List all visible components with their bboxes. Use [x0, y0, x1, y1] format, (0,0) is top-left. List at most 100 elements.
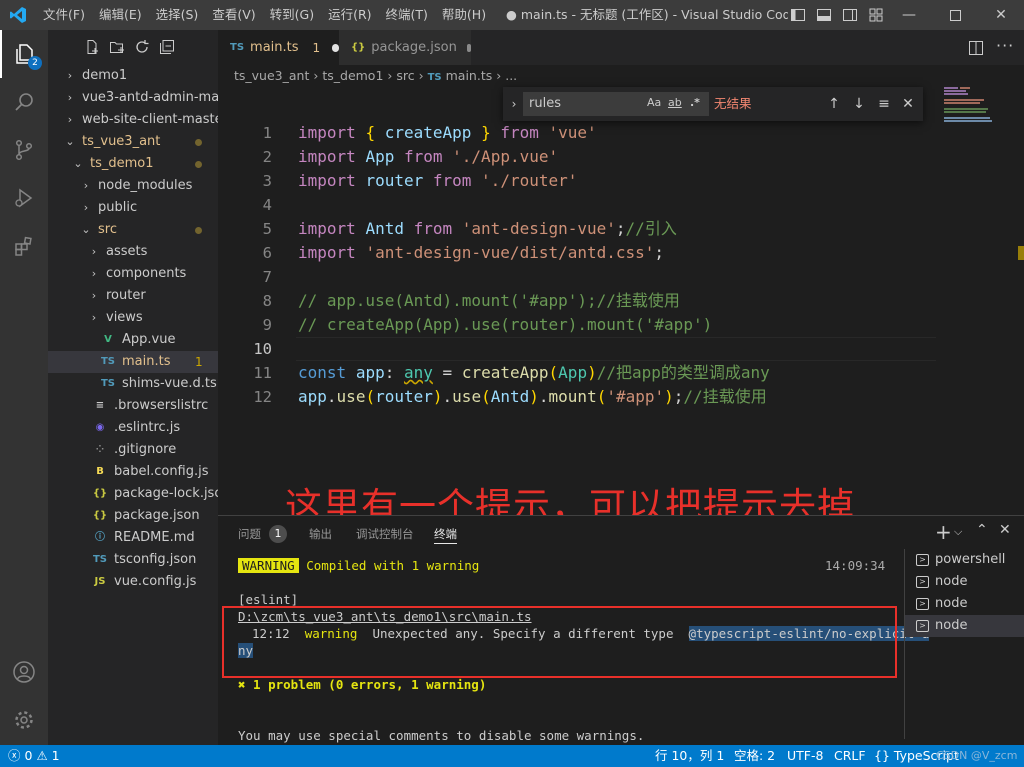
previous-match-icon[interactable]: ↑: [824, 93, 844, 115]
folder-item[interactable]: › router: [48, 285, 218, 307]
highlight-box: [222, 606, 897, 678]
file-item[interactable]: TS main.ts 1: [48, 351, 218, 373]
customize-layout-icon[interactable]: [868, 7, 884, 23]
menu-go[interactable]: 转到(G): [263, 0, 321, 30]
menu-help[interactable]: 帮助(H): [435, 0, 493, 30]
maximize-button[interactable]: [932, 0, 978, 30]
minimize-button[interactable]: —: [886, 0, 932, 30]
extensions-activity[interactable]: [0, 222, 48, 270]
indentation[interactable]: 空格: 2: [734, 745, 775, 767]
toggle-panel-icon[interactable]: [816, 7, 832, 23]
file-item[interactable]: JS vue.config.js: [48, 571, 218, 593]
chevron-down-icon[interactable]: ⌵: [954, 525, 962, 539]
file-item[interactable]: ≡ .browserslistrc: [48, 395, 218, 417]
terminal-item-active[interactable]: > node: [905, 615, 1024, 637]
new-folder-icon[interactable]: [109, 39, 125, 55]
file-item[interactable]: ⁘ .gitignore: [48, 439, 218, 461]
breadcrumb-item[interactable]: ...: [505, 68, 517, 83]
code-editor[interactable]: 1 import { createApp } from 'vue' 2 import…: [218, 121, 1024, 515]
folder-item[interactable]: › components: [48, 263, 218, 285]
close-panel-icon[interactable]: ✕: [999, 522, 1011, 538]
use-regex-icon[interactable]: .*: [690, 96, 700, 109]
breadcrumb-item[interactable]: main.ts: [446, 68, 493, 83]
cursor-position[interactable]: 行 10，列 1: [655, 745, 724, 767]
vscode-logo-icon: [0, 0, 36, 30]
unsaved-dot-icon[interactable]: [332, 43, 339, 52]
minimap[interactable]: [944, 87, 1010, 127]
file-item[interactable]: ◉ .eslintrc.js: [48, 417, 218, 439]
file-item[interactable]: TS shims-vue.d.ts: [48, 373, 218, 395]
warning-icon: ⚠: [36, 748, 48, 763]
folder-item[interactable]: › node_modules: [48, 175, 218, 197]
run-debug-icon: [15, 188, 33, 208]
match-case-icon[interactable]: Aa: [647, 96, 661, 109]
breadcrumb-item[interactable]: src: [396, 68, 414, 83]
error-icon: ⓧ: [8, 748, 21, 763]
tree-item-label: .gitignore: [114, 442, 177, 457]
close-button[interactable]: ✕: [978, 0, 1024, 30]
git-file-icon: ⁘: [95, 444, 105, 455]
folder-item[interactable]: › demo1: [48, 65, 218, 87]
file-item[interactable]: TS tsconfig.json: [48, 549, 218, 571]
terminal-icon: >: [916, 576, 929, 588]
toggle-secondary-sidebar-icon[interactable]: [842, 7, 858, 23]
source-control-activity[interactable]: [0, 126, 48, 174]
terminal-summary: ✖ 1 problem (0 errors, 1 warning): [238, 677, 487, 692]
run-debug-activity[interactable]: [0, 174, 48, 222]
toggle-replace-chevron-icon[interactable]: ›: [504, 93, 524, 115]
close-find-icon[interactable]: ✕: [898, 93, 918, 115]
tab-terminal[interactable]: 终端: [434, 525, 457, 544]
explorer-sidebar: › demo1 › vue3-antd-admin-main › web-site-cli…: [48, 30, 218, 745]
terminal-item[interactable]: > node: [905, 593, 1024, 615]
folder-item[interactable]: › views: [48, 307, 218, 329]
problems-status[interactable]: ⓧ 0 ⚠ 1: [8, 745, 60, 767]
menu-file[interactable]: 文件(F): [36, 0, 92, 30]
toggle-sidebar-icon[interactable]: [790, 7, 806, 23]
next-match-icon[interactable]: ↓: [849, 93, 869, 115]
folder-item[interactable]: › vue3-antd-admin-main: [48, 87, 218, 109]
match-whole-word-icon[interactable]: ab: [668, 96, 682, 109]
file-item[interactable]: {} package.json: [48, 505, 218, 527]
find-in-selection-icon[interactable]: ≡: [874, 93, 894, 115]
split-editor-icon[interactable]: [968, 40, 984, 56]
tab-debug-console[interactable]: 调试控制台: [356, 525, 414, 543]
menu-terminal[interactable]: 终端(T): [379, 0, 435, 30]
folder-item[interactable]: ⌄ ts_vue3_ant: [48, 131, 218, 153]
menu-edit[interactable]: 编辑(E): [92, 0, 149, 30]
chevron-right-icon: ›: [67, 91, 73, 104]
breadcrumb-item[interactable]: ts_vue3_ant: [234, 68, 309, 83]
refresh-icon[interactable]: [134, 39, 150, 55]
explorer-activity[interactable]: 2: [0, 30, 48, 78]
end-of-line[interactable]: CRLF: [834, 745, 866, 767]
breadcrumb-item[interactable]: ts_demo1: [322, 68, 383, 83]
accounts-activity[interactable]: [0, 648, 48, 696]
folder-item[interactable]: ⌄ src: [48, 219, 218, 241]
menu-view[interactable]: 查看(V): [205, 0, 262, 30]
search-activity[interactable]: [0, 78, 48, 126]
collapse-all-icon[interactable]: [159, 39, 175, 55]
file-item[interactable]: Bbabel.config.js: [48, 461, 218, 483]
code-line: 6 import 'ant-design-vue/dist/antd.css';: [262, 243, 665, 262]
folder-item[interactable]: › web-site-client-master: [48, 109, 218, 131]
maximize-panel-icon[interactable]: ⌃: [976, 522, 988, 538]
file-item[interactable]: {} package-lock.json: [48, 483, 218, 505]
encoding[interactable]: UTF-8: [787, 745, 823, 767]
tab-output[interactable]: 输出: [309, 525, 332, 543]
folder-item[interactable]: › assets: [48, 241, 218, 263]
menu-run[interactable]: 运行(R): [321, 0, 378, 30]
file-item[interactable]: ⓘ README.md: [48, 527, 218, 549]
folder-item[interactable]: ⌄ ts_demo1: [48, 153, 218, 175]
manage-activity[interactable]: [0, 696, 48, 744]
folder-item[interactable]: › public: [48, 197, 218, 219]
tab-problems[interactable]: 问题: [238, 525, 261, 543]
terminal-item[interactable]: > powershell: [905, 549, 1024, 571]
new-file-icon[interactable]: [84, 39, 100, 55]
unsaved-dot-icon[interactable]: [466, 43, 471, 52]
tab-package-json[interactable]: {} package.json: [339, 30, 471, 65]
file-item[interactable]: V App.vue: [48, 329, 218, 351]
new-terminal-icon[interactable]: +: [935, 520, 952, 544]
terminal-item[interactable]: > node: [905, 571, 1024, 593]
menu-selection[interactable]: 选择(S): [149, 0, 206, 30]
more-actions-icon[interactable]: ···: [996, 36, 1014, 55]
tab-main-ts[interactable]: TS main.ts 1: [218, 30, 339, 65]
